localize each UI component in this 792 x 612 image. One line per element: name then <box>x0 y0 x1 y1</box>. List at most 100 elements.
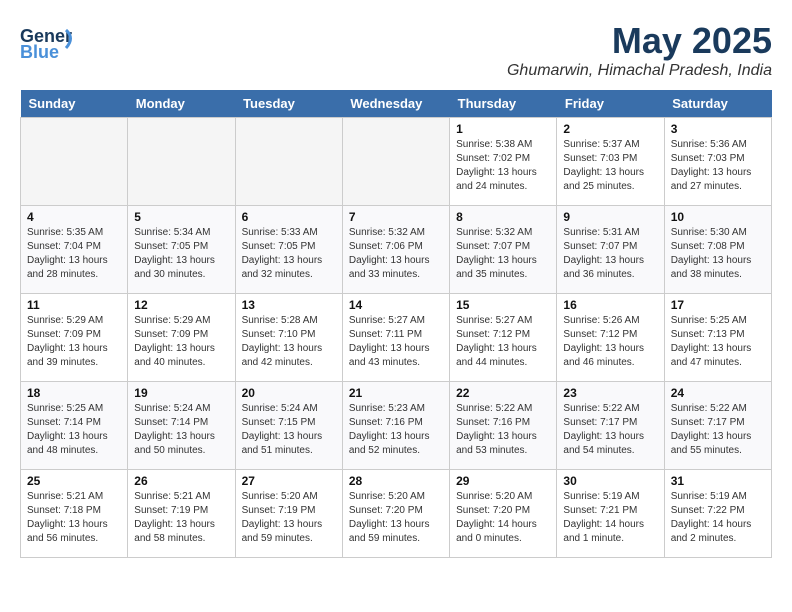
calendar-cell: 25 Sunrise: 5:21 AM Sunset: 7:18 PM Dayli… <box>21 470 128 558</box>
calendar-week-row: 18 Sunrise: 5:25 AM Sunset: 7:14 PM Dayli… <box>21 382 772 470</box>
day-number: 30 <box>563 474 657 488</box>
cell-info: Sunrise: 5:37 AM Sunset: 7:03 PM Dayligh… <box>563 138 657 194</box>
calendar-cell: 17 Sunrise: 5:25 AM Sunset: 7:13 PM Dayli… <box>664 294 771 382</box>
day-number: 29 <box>456 474 550 488</box>
calendar-cell: 11 Sunrise: 5:29 AM Sunset: 7:09 PM Dayli… <box>21 294 128 382</box>
day-number: 11 <box>27 298 121 312</box>
day-number: 27 <box>242 474 336 488</box>
cell-info: Sunrise: 5:22 AM Sunset: 7:16 PM Dayligh… <box>456 402 550 458</box>
location-title: Ghumarwin, Himachal Pradesh, India <box>507 62 772 80</box>
cell-info: Sunrise: 5:27 AM Sunset: 7:11 PM Dayligh… <box>349 314 443 370</box>
cell-info: Sunrise: 5:21 AM Sunset: 7:19 PM Dayligh… <box>134 490 228 546</box>
calendar-cell: 15 Sunrise: 5:27 AM Sunset: 7:12 PM Dayli… <box>450 294 557 382</box>
calendar-cell: 4 Sunrise: 5:35 AM Sunset: 7:04 PM Daylig… <box>21 206 128 294</box>
cell-info: Sunrise: 5:29 AM Sunset: 7:09 PM Dayligh… <box>27 314 121 370</box>
calendar-week-row: 25 Sunrise: 5:21 AM Sunset: 7:18 PM Dayli… <box>21 470 772 558</box>
day-number: 16 <box>563 298 657 312</box>
calendar-cell: 13Sunrise: 5:28 AM Sunset: 7:10 PM Dayli… <box>235 294 342 382</box>
column-header-wednesday: Wednesday <box>342 90 449 118</box>
calendar-week-row: 1 Sunrise: 5:38 AM Sunset: 7:02 PM Daylig… <box>21 118 772 206</box>
day-number: 2 <box>563 122 657 136</box>
cell-info: Sunrise: 5:26 AM Sunset: 7:12 PM Dayligh… <box>563 314 657 370</box>
calendar-cell: 9 Sunrise: 5:31 AM Sunset: 7:07 PM Daylig… <box>557 206 664 294</box>
calendar-body: 1 Sunrise: 5:38 AM Sunset: 7:02 PM Daylig… <box>21 118 772 558</box>
day-number: 25 <box>27 474 121 488</box>
day-number: 31 <box>671 474 765 488</box>
calendar-cell <box>235 118 342 206</box>
calendar-header-row: SundayMondayTuesdayWednesdayThursdayFrid… <box>21 90 772 118</box>
cell-info: Sunrise: 5:30 AM Sunset: 7:08 PM Dayligh… <box>671 226 765 282</box>
cell-info: Sunrise: 5:31 AM Sunset: 7:07 PM Dayligh… <box>563 226 657 282</box>
cell-info: Sunrise: 5:27 AM Sunset: 7:12 PM Dayligh… <box>456 314 550 370</box>
cell-info: Sunrise: 5:25 AM Sunset: 7:14 PM Dayligh… <box>27 402 121 458</box>
logo: General Blue <box>20 20 72 69</box>
cell-info: Sunrise: 5:34 AM Sunset: 7:05 PM Dayligh… <box>134 226 228 282</box>
cell-info: Sunrise: 5:20 AM Sunset: 7:20 PM Dayligh… <box>456 490 550 546</box>
cell-info: Sunrise: 5:20 AM Sunset: 7:19 PM Dayligh… <box>242 490 336 546</box>
calendar-cell: 3 Sunrise: 5:36 AM Sunset: 7:03 PM Daylig… <box>664 118 771 206</box>
calendar-cell: 8 Sunrise: 5:32 AM Sunset: 7:07 PM Daylig… <box>450 206 557 294</box>
calendar-cell <box>128 118 235 206</box>
calendar-cell: 30Sunrise: 5:19 AM Sunset: 7:21 PM Dayli… <box>557 470 664 558</box>
day-number: 3 <box>671 122 765 136</box>
calendar-cell: 22Sunrise: 5:22 AM Sunset: 7:16 PM Dayli… <box>450 382 557 470</box>
day-number: 4 <box>27 210 121 224</box>
column-header-tuesday: Tuesday <box>235 90 342 118</box>
calendar-cell <box>21 118 128 206</box>
day-number: 21 <box>349 386 443 400</box>
calendar-cell: 1 Sunrise: 5:38 AM Sunset: 7:02 PM Daylig… <box>450 118 557 206</box>
day-number: 19 <box>134 386 228 400</box>
calendar-cell: 26 Sunrise: 5:21 AM Sunset: 7:19 PM Dayli… <box>128 470 235 558</box>
day-number: 18 <box>27 386 121 400</box>
cell-info: Sunrise: 5:24 AM Sunset: 7:14 PM Dayligh… <box>134 402 228 458</box>
day-number: 8 <box>456 210 550 224</box>
day-number: 9 <box>563 210 657 224</box>
cell-info: Sunrise: 5:35 AM Sunset: 7:04 PM Dayligh… <box>27 226 121 282</box>
svg-text:Blue: Blue <box>20 42 59 62</box>
calendar-cell: 21 Sunrise: 5:23 AM Sunset: 7:16 PM Dayli… <box>342 382 449 470</box>
calendar-cell: 16 Sunrise: 5:26 AM Sunset: 7:12 PM Dayli… <box>557 294 664 382</box>
day-number: 26 <box>134 474 228 488</box>
day-number: 10 <box>671 210 765 224</box>
cell-info: Sunrise: 5:22 AM Sunset: 7:17 PM Dayligh… <box>671 402 765 458</box>
calendar-cell: 18 Sunrise: 5:25 AM Sunset: 7:14 PM Dayli… <box>21 382 128 470</box>
day-number: 28 <box>349 474 443 488</box>
calendar-cell: 29 Sunrise: 5:20 AM Sunset: 7:20 PM Dayli… <box>450 470 557 558</box>
column-header-friday: Friday <box>557 90 664 118</box>
column-header-thursday: Thursday <box>450 90 557 118</box>
cell-info: Sunrise: 5:19 AM Sunset: 7:22 PM Dayligh… <box>671 490 765 546</box>
column-header-sunday: Sunday <box>21 90 128 118</box>
month-title: May 2025 <box>507 20 772 62</box>
day-number: 5 <box>134 210 228 224</box>
page-header: General Blue May 2025 Ghumarwin, Himacha… <box>20 20 772 80</box>
day-number: 24 <box>671 386 765 400</box>
cell-info: Sunrise: 5:32 AM Sunset: 7:06 PM Dayligh… <box>349 226 443 282</box>
calendar-cell: 7Sunrise: 5:32 AM Sunset: 7:06 PM Daylig… <box>342 206 449 294</box>
column-header-saturday: Saturday <box>664 90 771 118</box>
cell-info: Sunrise: 5:38 AM Sunset: 7:02 PM Dayligh… <box>456 138 550 194</box>
cell-info: Sunrise: 5:22 AM Sunset: 7:17 PM Dayligh… <box>563 402 657 458</box>
calendar-cell <box>342 118 449 206</box>
column-header-monday: Monday <box>128 90 235 118</box>
day-number: 17 <box>671 298 765 312</box>
day-number: 14 <box>349 298 443 312</box>
cell-info: Sunrise: 5:23 AM Sunset: 7:16 PM Dayligh… <box>349 402 443 458</box>
calendar-cell: 24 Sunrise: 5:22 AM Sunset: 7:17 PM Dayli… <box>664 382 771 470</box>
cell-info: Sunrise: 5:36 AM Sunset: 7:03 PM Dayligh… <box>671 138 765 194</box>
calendar-cell: 12Sunrise: 5:29 AM Sunset: 7:09 PM Dayli… <box>128 294 235 382</box>
day-number: 15 <box>456 298 550 312</box>
calendar-cell: 6Sunrise: 5:33 AM Sunset: 7:05 PM Daylig… <box>235 206 342 294</box>
cell-info: Sunrise: 5:21 AM Sunset: 7:18 PM Dayligh… <box>27 490 121 546</box>
cell-info: Sunrise: 5:32 AM Sunset: 7:07 PM Dayligh… <box>456 226 550 282</box>
day-number: 6 <box>242 210 336 224</box>
calendar-cell: 14 Sunrise: 5:27 AM Sunset: 7:11 PM Dayli… <box>342 294 449 382</box>
day-number: 1 <box>456 122 550 136</box>
calendar-cell: 19 Sunrise: 5:24 AM Sunset: 7:14 PM Dayli… <box>128 382 235 470</box>
calendar-cell: 2 Sunrise: 5:37 AM Sunset: 7:03 PM Daylig… <box>557 118 664 206</box>
calendar-table: SundayMondayTuesdayWednesdayThursdayFrid… <box>20 90 772 558</box>
calendar-cell: 20Sunrise: 5:24 AM Sunset: 7:15 PM Dayli… <box>235 382 342 470</box>
day-number: 20 <box>242 386 336 400</box>
cell-info: Sunrise: 5:25 AM Sunset: 7:13 PM Dayligh… <box>671 314 765 370</box>
day-number: 12 <box>134 298 228 312</box>
cell-info: Sunrise: 5:28 AM Sunset: 7:10 PM Dayligh… <box>242 314 336 370</box>
